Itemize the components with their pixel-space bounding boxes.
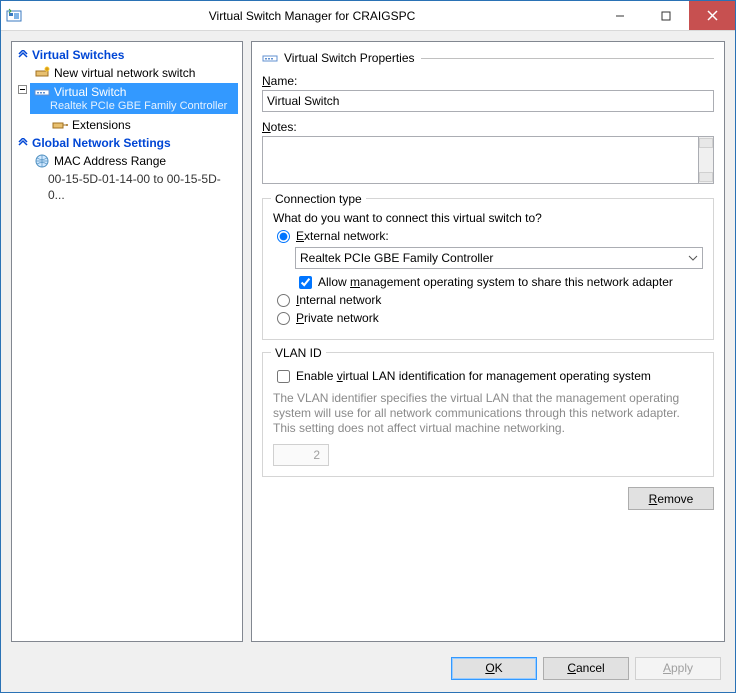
maximize-button[interactable] xyxy=(643,1,689,30)
extensions-icon xyxy=(52,117,68,133)
button-label: Apply xyxy=(663,661,693,675)
app-icon xyxy=(1,8,27,24)
internal-network-radio[interactable]: Internal network xyxy=(277,293,703,307)
button-label: OK xyxy=(485,661,502,675)
tree-item-label: MAC Address Range xyxy=(54,153,166,169)
vlan-legend: VLAN ID xyxy=(271,346,326,360)
section-label: Global Network Settings xyxy=(32,136,171,150)
vlan-help-text: The VLAN identifier specifies the virtua… xyxy=(273,391,703,436)
minimize-button[interactable] xyxy=(597,1,643,30)
tree-panel: Virtual Switches New virtual network swi… xyxy=(11,41,243,642)
radio-label: External network: xyxy=(296,229,389,243)
properties-title: Virtual Switch Properties xyxy=(284,51,415,65)
tree-item-mac-range[interactable]: MAC Address Range xyxy=(14,152,240,170)
notes-label: Notes: xyxy=(262,120,714,134)
remove-button[interactable]: Remove xyxy=(628,487,714,510)
tree-item-virtual-switch[interactable]: Virtual Switch Realtek PCIe GBE Family C… xyxy=(14,82,240,116)
apply-button: Apply xyxy=(635,657,721,680)
notes-input[interactable] xyxy=(262,136,699,184)
properties-header: Virtual Switch Properties xyxy=(262,50,714,66)
combo-value: Realtek PCIe GBE Family Controller xyxy=(300,251,493,265)
close-button[interactable] xyxy=(689,1,735,30)
chevron-up-icon xyxy=(18,138,28,148)
client-area: Virtual Switches New virtual network swi… xyxy=(1,31,735,692)
window-title: Virtual Switch Manager for CRAIGSPC xyxy=(27,9,597,23)
radio-label: Internal network xyxy=(296,293,381,307)
scroll-up-icon[interactable] xyxy=(699,138,713,148)
button-label: Cancel xyxy=(567,661,604,675)
external-network-radio[interactable]: External network: xyxy=(277,229,703,243)
checkbox-label: Allow management operating system to sha… xyxy=(318,275,673,289)
name-label: Name: xyxy=(262,74,714,88)
detail-panel: Virtual Switch Properties Name: Notes: C… xyxy=(251,41,725,642)
tree-item-sublabel: Realtek PCIe GBE Family Controller xyxy=(34,100,236,112)
dialog-footer: OK Cancel Apply xyxy=(11,652,725,692)
chevron-up-icon xyxy=(18,50,28,60)
cancel-button[interactable]: Cancel xyxy=(543,657,629,680)
vlan-id-input xyxy=(273,444,329,466)
tree-item-new-switch[interactable]: New virtual network switch xyxy=(14,64,240,82)
connection-type-group: Connection type What do you want to conn… xyxy=(262,198,714,340)
switch-icon xyxy=(262,50,278,66)
ok-button[interactable]: OK xyxy=(451,657,537,680)
window: Virtual Switch Manager for CRAIGSPC Virt… xyxy=(0,0,736,693)
scroll-down-icon[interactable] xyxy=(699,172,713,182)
radio-label: Private network xyxy=(296,311,379,325)
external-adapter-combo[interactable]: Realtek PCIe GBE Family Controller xyxy=(295,247,703,269)
chevron-down-icon xyxy=(688,255,698,261)
new-switch-icon xyxy=(34,65,50,81)
tree-item-label: Virtual Switch xyxy=(54,85,126,99)
tree-item-extensions[interactable]: Extensions xyxy=(14,116,240,134)
titlebar: Virtual Switch Manager for CRAIGSPC xyxy=(1,1,735,31)
vlan-enable-checkbox[interactable]: Enable virtual LAN identification for ma… xyxy=(277,369,703,383)
name-input[interactable] xyxy=(262,90,714,112)
tree-item-label: Extensions xyxy=(72,117,131,133)
connection-type-legend: Connection type xyxy=(271,192,366,206)
allow-mgmt-checkbox[interactable]: Allow management operating system to sha… xyxy=(299,275,703,289)
section-global-settings[interactable]: Global Network Settings xyxy=(14,134,240,152)
main-area: Virtual Switches New virtual network swi… xyxy=(11,41,725,642)
private-network-radio[interactable]: Private network xyxy=(277,311,703,325)
tree-item-label: New virtual network switch xyxy=(54,65,195,81)
checkbox-label: Enable virtual LAN identification for ma… xyxy=(296,369,651,383)
connection-question: What do you want to connect this virtual… xyxy=(273,211,703,225)
window-buttons xyxy=(597,1,735,30)
vlan-id-group: VLAN ID Enable virtual LAN identificatio… xyxy=(262,352,714,477)
globe-icon xyxy=(34,153,50,169)
collapse-icon[interactable] xyxy=(18,83,30,114)
notes-scrollbar[interactable] xyxy=(699,136,714,184)
tree-item-mac-range-value: 00-15-5D-01-14-00 to 00-15-5D-0... xyxy=(14,170,240,204)
section-label: Virtual Switches xyxy=(32,48,124,62)
section-virtual-switches[interactable]: Virtual Switches xyxy=(14,46,240,64)
switch-icon xyxy=(34,84,50,100)
